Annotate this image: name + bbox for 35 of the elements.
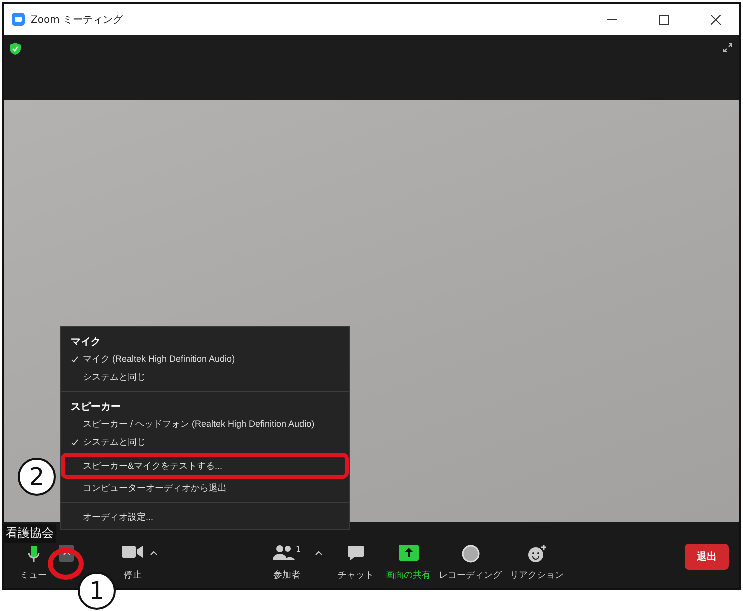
record-button[interactable]: レコーディング bbox=[439, 545, 502, 582]
menu-option[interactable]: システムと同じ bbox=[61, 368, 349, 386]
close-icon[interactable] bbox=[711, 14, 721, 24]
record-icon bbox=[462, 545, 480, 563]
participants-button[interactable]: 1 参加者 bbox=[265, 545, 309, 582]
maximize-icon[interactable] bbox=[659, 14, 669, 24]
speech-bubble-icon bbox=[347, 545, 365, 562]
video-button[interactable]: 停止 bbox=[122, 545, 144, 582]
mic-button[interactable]: ミュー bbox=[20, 545, 47, 582]
shield-icon[interactable] bbox=[10, 43, 21, 55]
menu-item[interactable]: スピーカー&マイクをテストする... bbox=[61, 453, 349, 479]
menu-option[interactable]: スピーカー / ヘッドフォン (Realtek High Definition Audio) bbox=[61, 415, 349, 433]
caret-icon bbox=[62, 551, 70, 556]
smiley-icon bbox=[528, 545, 546, 563]
menu-option[interactable]: マイク (Realtek High Definition Audio) bbox=[61, 350, 349, 368]
leave-button[interactable]: 退出 bbox=[685, 544, 729, 570]
microphone-icon bbox=[28, 545, 40, 563]
window-title: Zoom ミーティング bbox=[31, 14, 124, 26]
menu-item[interactable]: コンピューターオーディオから退出 bbox=[61, 479, 349, 497]
camera-icon bbox=[122, 545, 144, 559]
menu-option[interactable]: システムと同じ bbox=[61, 433, 349, 451]
menu-heading: マイク bbox=[70, 336, 102, 350]
fullscreen-icon[interactable] bbox=[723, 43, 733, 53]
chat-button[interactable]: チャット bbox=[334, 545, 378, 582]
app-logo-icon bbox=[12, 13, 25, 26]
share-button[interactable]: 画面の共有 bbox=[386, 545, 431, 582]
share-screen-icon bbox=[398, 545, 418, 561]
menu-heading: スピーカー bbox=[70, 400, 122, 415]
reactions-button[interactable]: リアクション bbox=[510, 545, 564, 582]
people-icon bbox=[272, 545, 295, 561]
caret-icon bbox=[150, 551, 158, 556]
participant-name: 看護協会 bbox=[4, 524, 56, 543]
menu-item[interactable]: オーディオ設定... bbox=[61, 508, 349, 526]
step-number: 1 bbox=[78, 572, 116, 610]
caret-icon bbox=[314, 551, 322, 556]
